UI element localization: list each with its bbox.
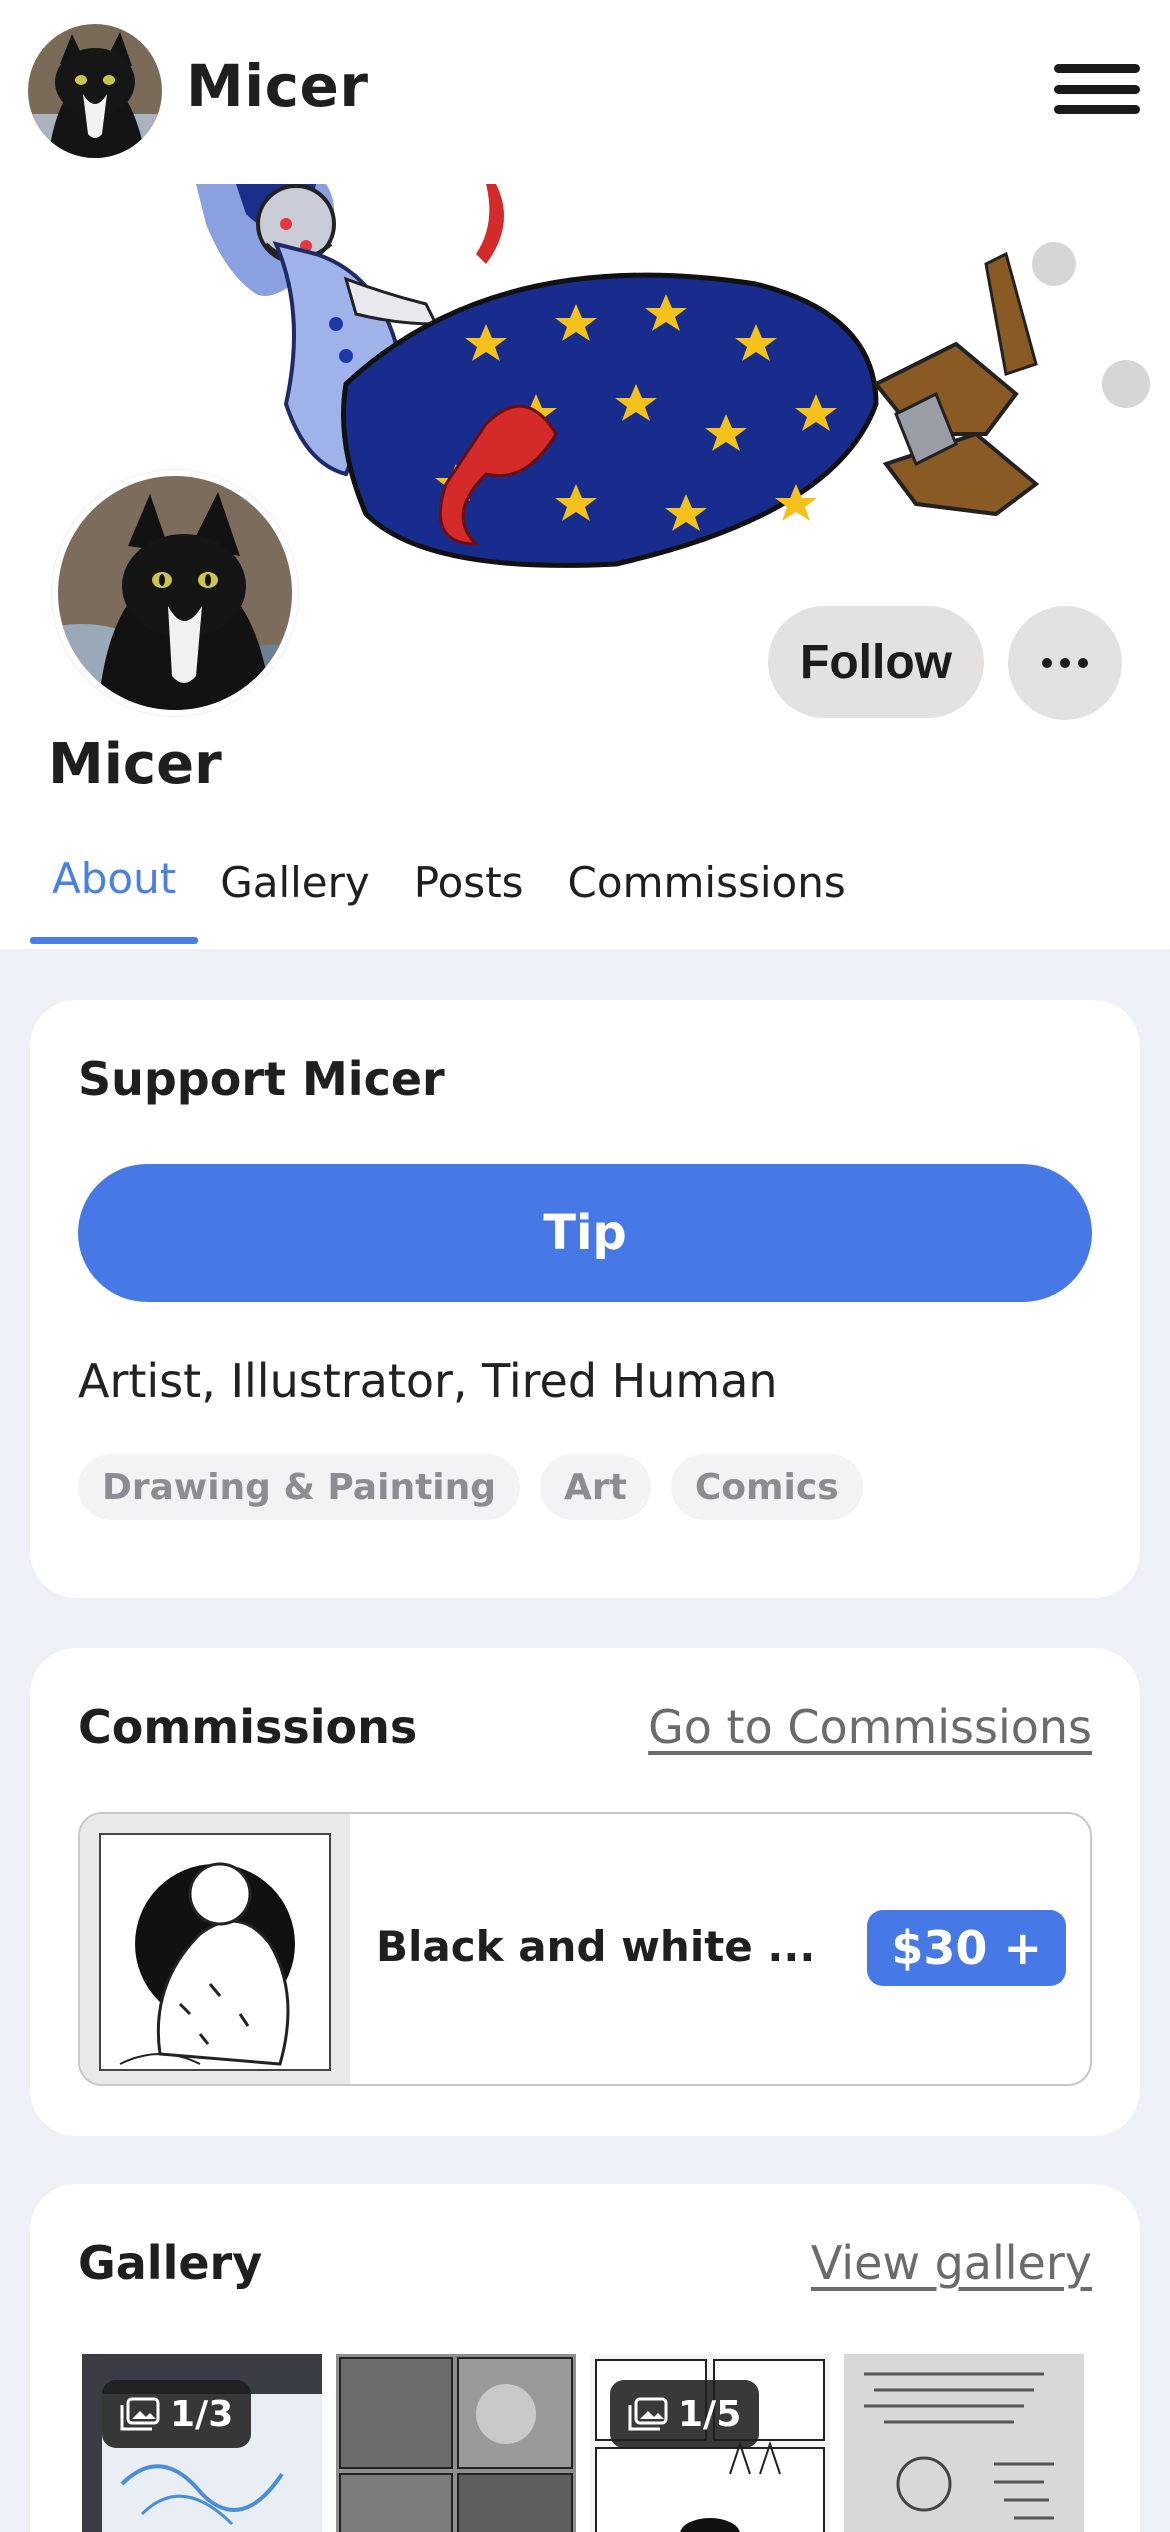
gallery-grid: 1/3 1/5 xyxy=(82,2354,1084,2532)
gallery-item[interactable]: 1/3 xyxy=(82,2354,322,2532)
commission-title: Black and white ... xyxy=(376,1922,816,1971)
go-to-commissions-link[interactable]: Go to Commissions xyxy=(648,1700,1092,1754)
gallery-card: Gallery View gallery 1/3 1/5 xyxy=(30,2184,1140,2532)
image-stack-icon xyxy=(628,2397,668,2431)
tag-chip[interactable]: Drawing & Painting xyxy=(78,1454,521,1520)
top-bar: Micer xyxy=(0,0,1170,184)
tab-gallery[interactable]: Gallery xyxy=(198,844,392,944)
profile-name: Micer xyxy=(48,732,222,797)
image-count: 1/5 xyxy=(678,2393,742,2435)
more-options-icon[interactable] xyxy=(1008,606,1122,720)
profile-avatar[interactable] xyxy=(52,470,298,716)
commission-thumbnail xyxy=(80,1814,350,2084)
gallery-item[interactable] xyxy=(844,2354,1084,2532)
image-count-badge: 1/5 xyxy=(610,2380,760,2448)
tag-list: Drawing & Painting Art Comics xyxy=(78,1454,863,1520)
gallery-item[interactable]: 1/5 xyxy=(590,2354,830,2532)
menu-icon[interactable] xyxy=(1054,64,1140,114)
support-title: Support Micer xyxy=(78,1052,445,1106)
image-count-badge: 1/3 xyxy=(102,2380,252,2448)
follow-button[interactable]: Follow xyxy=(768,606,984,718)
image-stack-icon xyxy=(120,2397,160,2431)
commissions-card: Commissions Go to Commissions Black and … xyxy=(30,1648,1140,2136)
image-count: 1/3 xyxy=(170,2393,234,2435)
commissions-title: Commissions xyxy=(78,1700,418,1754)
tab-commissions[interactable]: Commissions xyxy=(546,844,868,944)
gallery-title: Gallery xyxy=(78,2236,263,2290)
profile-tabs: About Gallery Posts Commissions xyxy=(30,844,868,944)
header-username: Micer xyxy=(186,52,369,120)
tag-chip[interactable]: Art xyxy=(540,1454,651,1520)
view-gallery-link[interactable]: View gallery xyxy=(811,2236,1092,2290)
tag-chip[interactable]: Comics xyxy=(670,1454,863,1520)
tab-posts[interactable]: Posts xyxy=(392,844,546,944)
commission-price-badge: $30 + xyxy=(867,1910,1066,1986)
profile-banner xyxy=(196,184,1170,570)
profile-header: Follow Micer About Gallery Posts Commiss… xyxy=(0,184,1170,949)
header-avatar[interactable] xyxy=(28,24,162,158)
tip-button[interactable]: Tip xyxy=(78,1164,1092,1302)
commission-item[interactable]: Black and white ... $30 + xyxy=(78,1812,1092,2086)
gallery-item[interactable] xyxy=(336,2354,576,2532)
support-card: Support Micer Tip Artist, Illustrator, T… xyxy=(30,1000,1140,1598)
tab-about[interactable]: About xyxy=(30,844,199,944)
profile-bio: Artist, Illustrator, Tired Human xyxy=(78,1354,778,1408)
